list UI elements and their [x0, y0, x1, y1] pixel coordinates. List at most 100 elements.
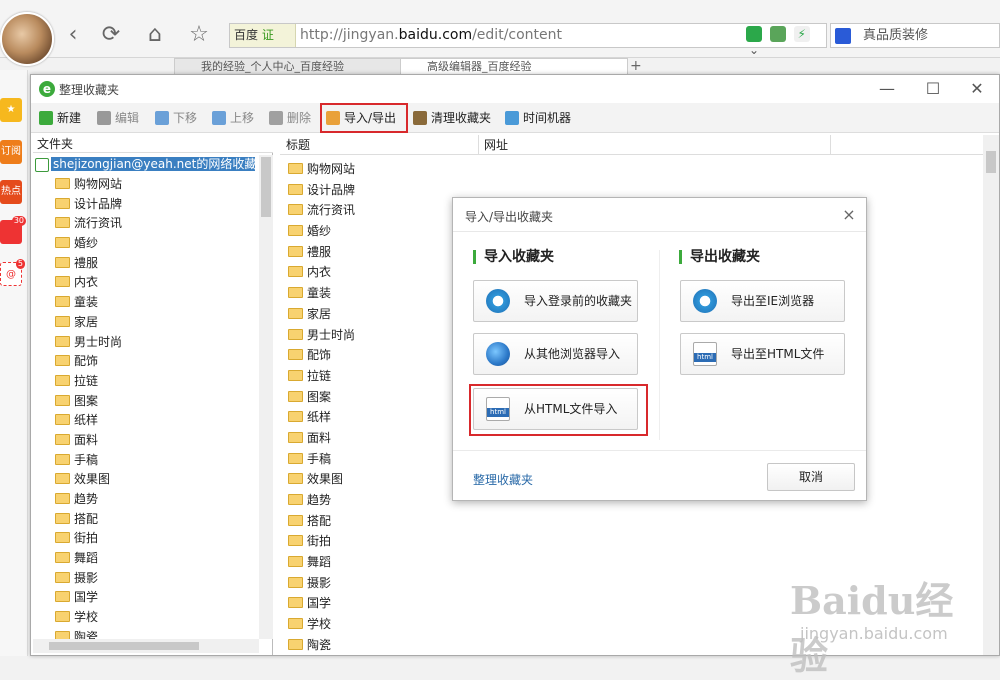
export-ie-button[interactable]: 导出至IE浏览器 — [680, 280, 845, 322]
weibo-icon[interactable]: 30 — [0, 216, 26, 244]
folder-horizontal-scrollbar[interactable] — [33, 639, 259, 653]
folder-item[interactable]: 趋势 — [55, 490, 260, 510]
maximize-icon[interactable]: ☐ — [913, 77, 953, 101]
folder-item[interactable]: 纸样 — [55, 411, 260, 431]
move-down-button[interactable]: 下移 — [153, 107, 197, 129]
address-bar[interactable]: 百度 证 http://jingyan.baidu.com/edit/conte… — [229, 23, 827, 57]
list-item[interactable]: 购物网站 — [288, 159, 478, 180]
list-item[interactable]: 搭配 — [288, 511, 478, 532]
folder-item[interactable]: 舞蹈 — [55, 549, 260, 569]
import-html-file-button[interactable]: 从HTML文件导入 — [473, 388, 638, 430]
time-machine-button[interactable]: 时间机器 — [503, 107, 571, 129]
minimize-icon[interactable]: — — [867, 77, 907, 101]
close-icon[interactable]: × — [838, 204, 860, 226]
import-other-browser-button[interactable]: 从其他浏览器导入 — [473, 333, 638, 375]
tab-label: 高级编辑器_百度经验 — [427, 60, 532, 73]
folder-item[interactable]: 童装 — [55, 293, 260, 313]
list-item[interactable]: 家居 — [288, 304, 478, 325]
column-url-header[interactable]: 网址 — [484, 135, 508, 155]
folder-item[interactable]: 摄影 — [55, 569, 260, 589]
folder-item[interactable]: 家居 — [55, 313, 260, 333]
folder-item[interactable]: 婚纱 — [55, 234, 260, 254]
list-item[interactable]: 婚纱 — [288, 221, 478, 242]
star-favorites-icon[interactable]: ★ — [0, 98, 22, 122]
mail-icon[interactable]: @5 — [0, 259, 25, 286]
qr-code-icon[interactable] — [769, 26, 786, 42]
list-item[interactable]: 图案 — [288, 387, 478, 408]
folder-item[interactable]: 效果图 — [55, 470, 260, 490]
security-shield-icon[interactable] — [746, 26, 762, 42]
back-icon[interactable]: ‹ — [60, 22, 86, 48]
folder-item[interactable]: 购物网站 — [55, 175, 260, 195]
list-item-label: 街拍 — [307, 534, 332, 549]
folder-item[interactable]: 图案 — [55, 392, 260, 412]
new-button[interactable]: 新建 — [37, 107, 81, 129]
folder-item[interactable]: 禮服 — [55, 254, 260, 274]
list-item[interactable]: 纸样 — [288, 407, 478, 428]
export-html-file-button[interactable]: 导出至HTML文件 — [680, 333, 845, 375]
search-suggestion[interactable]: 真品质装修 — [863, 24, 928, 47]
lightning-icon[interactable]: ⚡ — [793, 26, 810, 42]
address-url[interactable]: http://jingyan.baidu.com/edit/content — [300, 24, 562, 47]
folder-item[interactable]: 配饰 — [55, 352, 260, 372]
cancel-button[interactable]: 取消 — [767, 463, 855, 491]
list-item[interactable]: 设计品牌 — [288, 180, 478, 201]
list-item[interactable]: 国学 — [288, 593, 478, 614]
list-item[interactable]: 童装 — [288, 283, 478, 304]
list-item[interactable]: 舞蹈 — [288, 552, 478, 573]
dropdown-chevron-icon[interactable]: ⌄ — [746, 42, 762, 58]
folder-item[interactable]: 学校 — [55, 608, 260, 628]
tab-personal-center[interactable]: 我的经验_个人中心_百度经验 — [174, 58, 402, 74]
scrollbar-thumb[interactable] — [986, 151, 996, 173]
scrollbar-thumb[interactable] — [261, 157, 271, 217]
folder-item[interactable]: 设计品牌 — [55, 195, 260, 215]
cleanup-button[interactable]: 清理收藏夹 — [411, 107, 491, 129]
folder-item[interactable]: 街拍 — [55, 529, 260, 549]
folder-item[interactable]: 搭配 — [55, 510, 260, 530]
refresh-icon[interactable]: ⟳ — [98, 22, 124, 48]
list-item[interactable]: 面料 — [288, 428, 478, 449]
scrollbar-thumb[interactable] — [49, 642, 199, 650]
list-item[interactable]: 流行资讯 — [288, 200, 478, 221]
folder-item[interactable]: 国学 — [55, 588, 260, 608]
import-export-button[interactable]: 导入/导出 — [320, 103, 408, 133]
delete-button[interactable]: 删除 — [267, 107, 311, 129]
folder-vertical-scrollbar[interactable] — [259, 155, 273, 639]
list-item[interactable]: 学校 — [288, 614, 478, 635]
column-divider[interactable] — [478, 135, 479, 155]
column-title-header[interactable]: 标题 — [286, 135, 310, 155]
column-divider[interactable] — [830, 135, 831, 155]
search-box[interactable]: 真品质装修 — [830, 23, 1000, 48]
list-item[interactable]: 摄影 — [288, 573, 478, 594]
user-avatar[interactable] — [0, 12, 54, 66]
list-item[interactable]: 街拍 — [288, 531, 478, 552]
list-item[interactable]: 手稿 — [288, 449, 478, 470]
favorite-star-icon[interactable]: ☆ — [186, 22, 212, 48]
list-item[interactable]: 拉链 — [288, 366, 478, 387]
list-item[interactable]: 内衣 — [288, 262, 478, 283]
edit-button[interactable]: 编辑 — [95, 107, 139, 129]
list-item[interactable]: 陶瓷 — [288, 635, 478, 656]
list-item[interactable]: 配饰 — [288, 345, 478, 366]
folder-item[interactable]: 流行资讯 — [55, 214, 260, 234]
list-item[interactable]: 禮服 — [288, 242, 478, 263]
list-item[interactable]: 趋势 — [288, 490, 478, 511]
import-login-favorites-button[interactable]: 导入登录前的收藏夹 — [473, 280, 638, 322]
new-tab-button[interactable]: + — [630, 58, 642, 74]
organize-favorites-link[interactable]: 整理收藏夹 — [473, 471, 533, 488]
folder-item[interactable]: 手稿 — [55, 451, 260, 471]
list-item[interactable]: 效果图 — [288, 469, 478, 490]
list-item[interactable]: 男士时尚 — [288, 325, 478, 346]
tab-advanced-editor[interactable]: 高级编辑器_百度经验 — [400, 58, 628, 74]
folder-item[interactable]: 拉链 — [55, 372, 260, 392]
site-badge[interactable]: 百度 证 — [230, 24, 296, 47]
folder-item[interactable]: 面料 — [55, 431, 260, 451]
folder-item[interactable]: 男士时尚 — [55, 333, 260, 353]
sidebar-item-hot[interactable]: 热点 — [0, 180, 22, 204]
folder-root[interactable]: shejizongjian@yeah.net的网络收藏夹 — [35, 155, 255, 173]
sidebar-item-subscribe[interactable]: 订阅 — [0, 140, 22, 164]
folder-item[interactable]: 内衣 — [55, 273, 260, 293]
home-icon[interactable]: ⌂ — [142, 22, 168, 48]
move-up-button[interactable]: 上移 — [210, 107, 254, 129]
close-icon[interactable]: ✕ — [957, 77, 997, 101]
